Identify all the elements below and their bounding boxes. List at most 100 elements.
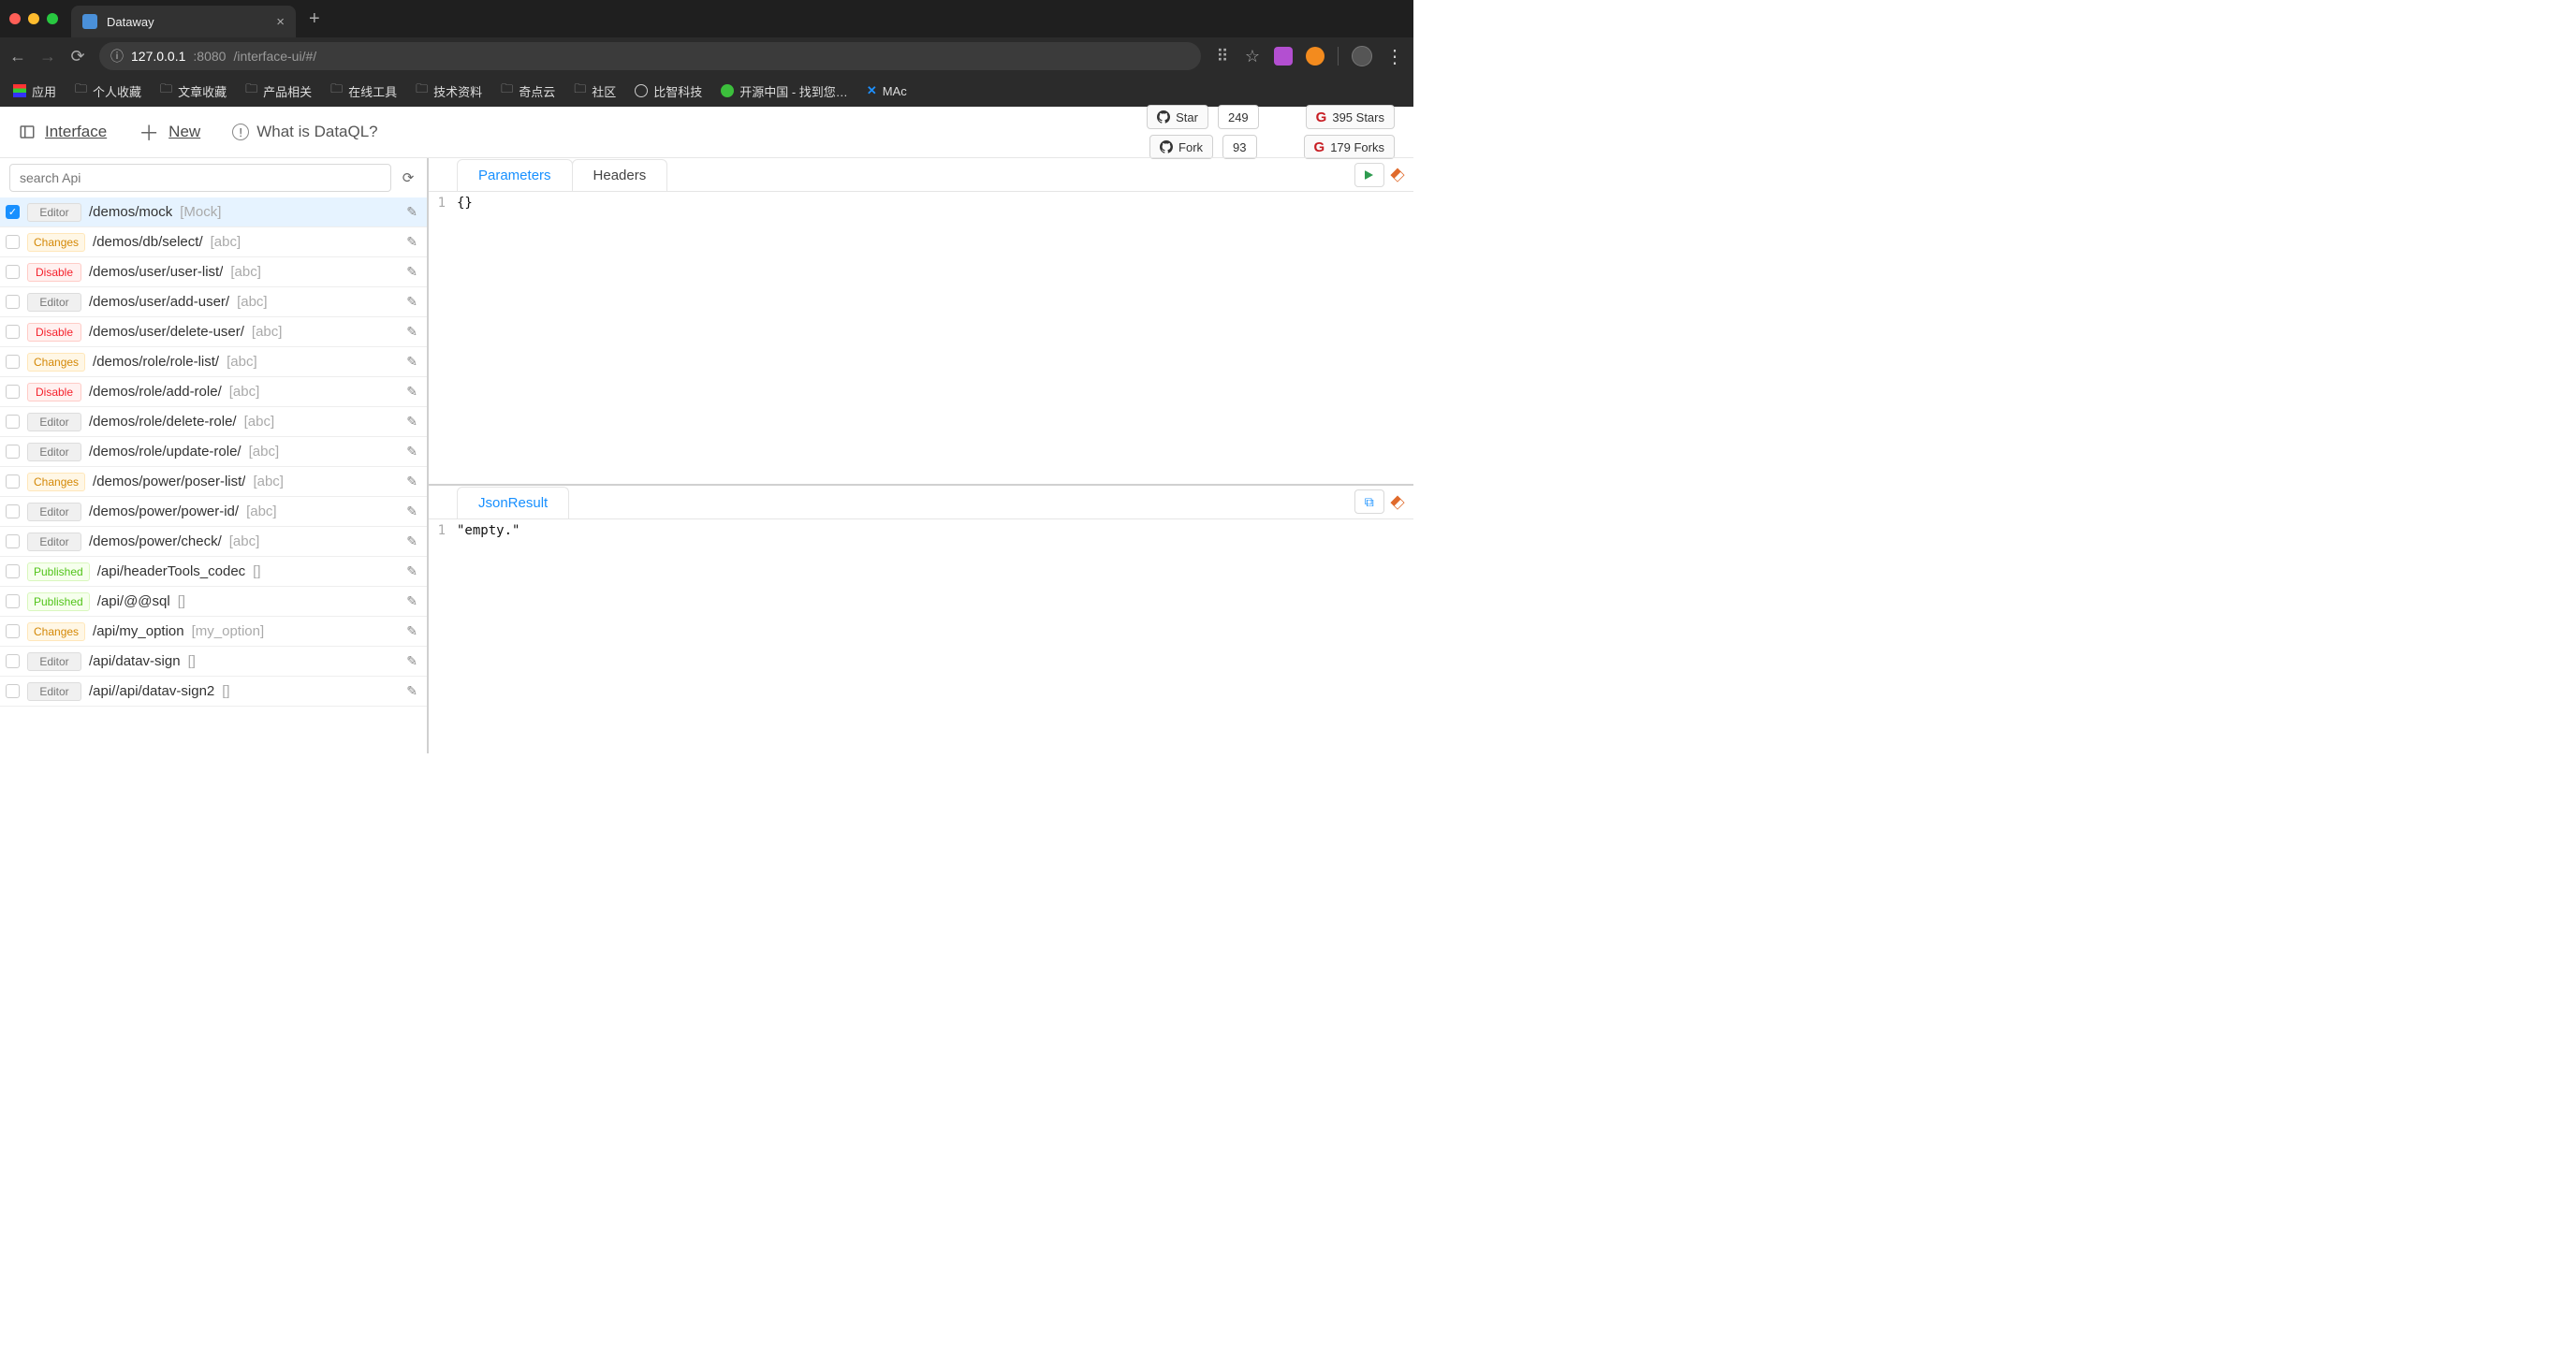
api-row[interactable]: Published/api/headerTools_codec []✎ bbox=[0, 557, 427, 587]
edit-icon[interactable]: ✎ bbox=[406, 533, 421, 549]
github-fork-button[interactable]: Fork bbox=[1149, 135, 1213, 159]
api-row[interactable]: Editor/api/datav-sign []✎ bbox=[0, 647, 427, 677]
tab-parameters[interactable]: Parameters bbox=[457, 159, 573, 191]
api-row[interactable]: Editor/demos/user/add-user/ [abc]✎ bbox=[0, 287, 427, 317]
edit-icon[interactable]: ✎ bbox=[406, 563, 421, 579]
clear-result-button[interactable]: ◧ bbox=[1392, 489, 1404, 514]
site-info-icon[interactable]: ⓘ bbox=[110, 47, 124, 66]
edit-icon[interactable]: ✎ bbox=[406, 204, 421, 220]
new-button[interactable]: ＋ New bbox=[139, 117, 200, 147]
row-checkbox[interactable] bbox=[6, 355, 20, 369]
api-row[interactable]: Disable/demos/role/add-role/ [abc]✎ bbox=[0, 377, 427, 407]
edit-icon[interactable]: ✎ bbox=[406, 414, 421, 430]
bookmark-item[interactable]: 开源中国 - 找到您… bbox=[721, 82, 848, 100]
row-checkbox[interactable] bbox=[6, 445, 20, 459]
bookmark-item[interactable]: ✕MAc bbox=[867, 83, 907, 98]
run-button[interactable] bbox=[1354, 163, 1384, 187]
edit-icon[interactable]: ✎ bbox=[406, 683, 421, 699]
row-checkbox[interactable] bbox=[6, 594, 20, 608]
edit-icon[interactable]: ✎ bbox=[406, 653, 421, 669]
translate-icon[interactable]: ⠿ bbox=[1214, 47, 1231, 66]
tab-close-icon[interactable]: × bbox=[276, 14, 285, 30]
row-checkbox[interactable] bbox=[6, 295, 20, 309]
edit-icon[interactable]: ✎ bbox=[406, 354, 421, 370]
api-row[interactable]: Editor/api//api/datav-sign2 []✎ bbox=[0, 677, 427, 707]
gitee-forks-badge[interactable]: G 179 Forks bbox=[1304, 135, 1395, 159]
github-fork-count[interactable]: 93 bbox=[1222, 135, 1256, 159]
interface-button[interactable]: Interface bbox=[19, 123, 107, 141]
maximize-window-icon[interactable] bbox=[47, 13, 58, 24]
edit-icon[interactable]: ✎ bbox=[406, 444, 421, 460]
row-checkbox[interactable] bbox=[6, 235, 20, 249]
row-checkbox[interactable]: ✓ bbox=[6, 205, 20, 219]
api-row[interactable]: Changes/demos/role/role-list/ [abc]✎ bbox=[0, 347, 427, 377]
bookmark-item[interactable]: 应用 bbox=[13, 82, 56, 100]
api-row[interactable]: Changes/demos/db/select/ [abc]✎ bbox=[0, 227, 427, 257]
api-row[interactable]: Editor/demos/power/power-id/ [abc]✎ bbox=[0, 497, 427, 527]
edit-icon[interactable]: ✎ bbox=[406, 294, 421, 310]
what-is-dataql-link[interactable]: ! What is DataQL? bbox=[232, 123, 377, 141]
api-row[interactable]: Disable/demos/user/user-list/ [abc]✎ bbox=[0, 257, 427, 287]
row-checkbox[interactable] bbox=[6, 654, 20, 668]
edit-icon[interactable]: ✎ bbox=[406, 623, 421, 639]
gitee-stars-badge[interactable]: G 395 Stars bbox=[1306, 105, 1395, 129]
tab-headers[interactable]: Headers bbox=[572, 159, 668, 191]
row-checkbox[interactable] bbox=[6, 504, 20, 518]
edit-icon[interactable]: ✎ bbox=[406, 593, 421, 609]
edit-icon[interactable]: ✎ bbox=[406, 324, 421, 340]
request-editor[interactable]: 1 {} bbox=[429, 192, 1413, 484]
window-controls[interactable] bbox=[9, 13, 58, 24]
github-star-count[interactable]: 249 bbox=[1218, 105, 1259, 129]
api-row[interactable]: Disable/demos/user/delete-user/ [abc]✎ bbox=[0, 317, 427, 347]
edit-icon[interactable]: ✎ bbox=[406, 264, 421, 280]
search-input[interactable] bbox=[9, 164, 391, 192]
edit-icon[interactable]: ✎ bbox=[406, 234, 421, 250]
github-star-button[interactable]: Star bbox=[1147, 105, 1208, 129]
api-row[interactable]: Published/api/@@sql []✎ bbox=[0, 587, 427, 617]
browser-menu-icon[interactable]: ⋮ bbox=[1385, 45, 1404, 68]
back-icon[interactable]: ← bbox=[9, 47, 26, 66]
api-row[interactable]: Changes/demos/power/poser-list/ [abc]✎ bbox=[0, 467, 427, 497]
refresh-list-icon[interactable]: ⟳ bbox=[399, 169, 417, 186]
row-checkbox[interactable] bbox=[6, 564, 20, 578]
bookmark-item[interactable]: 🗀奇点云 bbox=[501, 80, 555, 101]
edit-icon[interactable]: ✎ bbox=[406, 504, 421, 519]
row-checkbox[interactable] bbox=[6, 265, 20, 279]
row-checkbox[interactable] bbox=[6, 534, 20, 548]
clear-button[interactable]: ◧ bbox=[1392, 163, 1404, 187]
copy-result-button[interactable]: ⧉ bbox=[1354, 489, 1384, 514]
api-row[interactable]: ✓Editor/demos/mock [Mock]✎ bbox=[0, 197, 427, 227]
row-checkbox[interactable] bbox=[6, 624, 20, 638]
address-bar[interactable]: ⓘ 127.0.0.1:8080/interface-ui/#/ bbox=[99, 42, 1201, 70]
bookmark-star-icon[interactable]: ☆ bbox=[1244, 47, 1261, 66]
bookmark-item[interactable]: 🗀技术资料 bbox=[416, 80, 482, 101]
bookmark-item[interactable]: 🗀个人收藏 bbox=[75, 80, 141, 101]
bookmark-item[interactable]: 比智科技 bbox=[635, 82, 702, 100]
api-row[interactable]: Editor/demos/role/update-role/ [abc]✎ bbox=[0, 437, 427, 467]
edit-icon[interactable]: ✎ bbox=[406, 474, 421, 489]
bookmark-item[interactable]: 🗀文章收藏 bbox=[160, 80, 227, 101]
row-checkbox[interactable] bbox=[6, 474, 20, 489]
browser-tab[interactable]: Dataway × bbox=[71, 6, 296, 37]
bookmark-item[interactable]: 🗀在线工具 bbox=[330, 80, 397, 101]
tab-json-result[interactable]: JsonResult bbox=[457, 487, 569, 518]
bookmark-item[interactable]: 🗀社区 bbox=[574, 80, 616, 101]
extension-icon[interactable] bbox=[1274, 47, 1293, 66]
api-row[interactable]: Changes/api/my_option [my_option]✎ bbox=[0, 617, 427, 647]
profile-avatar-icon[interactable] bbox=[1352, 46, 1372, 66]
row-checkbox[interactable] bbox=[6, 415, 20, 429]
row-checkbox[interactable] bbox=[6, 385, 20, 399]
row-checkbox[interactable] bbox=[6, 325, 20, 339]
bookmark-item[interactable]: 🗀产品相关 bbox=[245, 80, 312, 101]
row-checkbox[interactable] bbox=[6, 684, 20, 698]
request-body[interactable]: {} bbox=[451, 192, 1413, 484]
reload-icon[interactable]: ⟳ bbox=[69, 47, 86, 66]
close-window-icon[interactable] bbox=[9, 13, 21, 24]
repo-badges: Star 249 G 395 Stars Fork 93 G 179 Fo bbox=[1147, 105, 1395, 159]
api-row[interactable]: Editor/demos/role/delete-role/ [abc]✎ bbox=[0, 407, 427, 437]
extension-icon[interactable] bbox=[1306, 47, 1325, 66]
new-tab-button[interactable]: + bbox=[309, 8, 320, 30]
edit-icon[interactable]: ✎ bbox=[406, 384, 421, 400]
minimize-window-icon[interactable] bbox=[28, 13, 39, 24]
api-row[interactable]: Editor/demos/power/check/ [abc]✎ bbox=[0, 527, 427, 557]
